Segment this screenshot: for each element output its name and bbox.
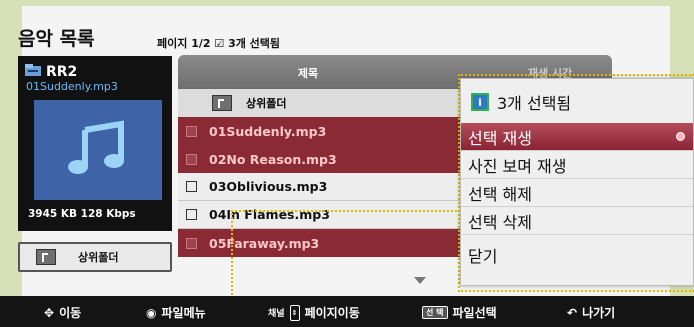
menu-item-label: 선택 재생 bbox=[468, 128, 532, 148]
menu-item-close[interactable]: 닫기 bbox=[461, 241, 693, 269]
file-name: 05Faraway.mp3 bbox=[209, 235, 320, 251]
channel-label: 채널 bbox=[268, 309, 285, 319]
dpad-icon: ✥ bbox=[44, 305, 55, 320]
return-icon: ↶ bbox=[567, 305, 578, 320]
help-move-label: 이동 bbox=[59, 306, 82, 320]
folder-icon bbox=[24, 62, 42, 81]
help-page-move-label: 페이지이동 bbox=[304, 306, 360, 320]
checkbox-icon: ☑ bbox=[214, 37, 229, 50]
help-move: ✥ 이동 bbox=[44, 304, 81, 321]
checkbox[interactable] bbox=[186, 209, 197, 220]
selected-count: 3개 선택됨 bbox=[228, 37, 281, 50]
scroll-down-icon[interactable] bbox=[414, 277, 426, 284]
checkbox[interactable] bbox=[186, 125, 197, 137]
parent-folder-icon bbox=[212, 95, 232, 111]
help-file-select: 선 택 파일선택 bbox=[422, 304, 497, 321]
guide-line bbox=[231, 210, 461, 212]
info-icon: i bbox=[471, 93, 489, 111]
menu-header-label: 3개 선택됨 bbox=[497, 94, 572, 113]
menu-item-label: 닫기 bbox=[468, 247, 498, 266]
selection-menu: i 3개 선택됨 선택 재생 사진 보며 재생 선택 해제 선택 삭제 닫기 bbox=[460, 78, 694, 286]
menu-item-label: 선택 삭제 bbox=[468, 212, 532, 232]
checkbox[interactable] bbox=[186, 237, 197, 249]
now-playing-title: RR2 bbox=[46, 63, 78, 80]
menu-item-delete-selected[interactable]: 선택 삭제 bbox=[461, 207, 693, 235]
enter-icon: ◉ bbox=[146, 305, 157, 320]
help-exit: ↶ 나가기 bbox=[567, 304, 615, 321]
select-key-icon: 선 택 bbox=[422, 306, 448, 319]
help-file-menu: ◉ 파일메뉴 bbox=[146, 304, 206, 321]
page-info: 페이지 1/2 ☑ 3개 선택됨 bbox=[157, 35, 280, 51]
file-name: 01Suddenly.mp3 bbox=[209, 123, 327, 139]
menu-item-label: 사진 보며 재생 bbox=[468, 156, 567, 176]
music-note-icon bbox=[34, 100, 162, 200]
parent-folder-icon bbox=[36, 249, 56, 265]
parent-folder-label: 상위폴더 bbox=[78, 251, 119, 264]
file-info: 3945 KB 128 Kbps bbox=[28, 208, 136, 220]
file-name: 03Oblivious.mp3 bbox=[209, 179, 328, 194]
now-playing-file: 01Suddenly.mp3 bbox=[26, 80, 118, 93]
page-indicator: 페이지 1/2 bbox=[157, 37, 211, 50]
help-page-move: 채널 ⇕ 페이지이동 bbox=[268, 304, 360, 321]
channel-rocker-icon: ⇕ bbox=[289, 304, 300, 321]
help-file-menu-label: 파일메뉴 bbox=[161, 306, 206, 320]
selected-indicator-icon bbox=[676, 132, 685, 141]
file-name: 02No Reason.mp3 bbox=[209, 151, 337, 167]
menu-item-deselect[interactable]: 선택 해제 bbox=[461, 179, 693, 207]
checkbox[interactable] bbox=[186, 181, 197, 192]
menu-item-label: 선택 해제 bbox=[468, 184, 532, 204]
menu-item-play-with-photos[interactable]: 사진 보며 재생 bbox=[461, 151, 693, 179]
help-file-select-label: 파일선택 bbox=[452, 306, 497, 320]
now-playing-panel: RR2 01Suddenly.mp3 3945 KB 128 Kbps bbox=[18, 56, 172, 231]
menu-header: i 3개 선택됨 bbox=[461, 85, 693, 119]
parent-folder-label: 상위폴더 bbox=[246, 97, 287, 110]
help-exit-label: 나가기 bbox=[582, 306, 616, 320]
checkbox[interactable] bbox=[186, 153, 197, 165]
header-title: 제목 bbox=[297, 67, 319, 80]
menu-item-play-selected[interactable]: 선택 재생 bbox=[461, 123, 693, 151]
parent-folder-button[interactable]: 상위폴더 bbox=[18, 242, 172, 272]
page-title: 음악 목록 bbox=[18, 28, 95, 50]
bottom-help-bar: ✥ 이동 ◉ 파일메뉴 채널 ⇕ 페이지이동 선 택 파일선택 ↶ 나가기 bbox=[0, 296, 694, 327]
